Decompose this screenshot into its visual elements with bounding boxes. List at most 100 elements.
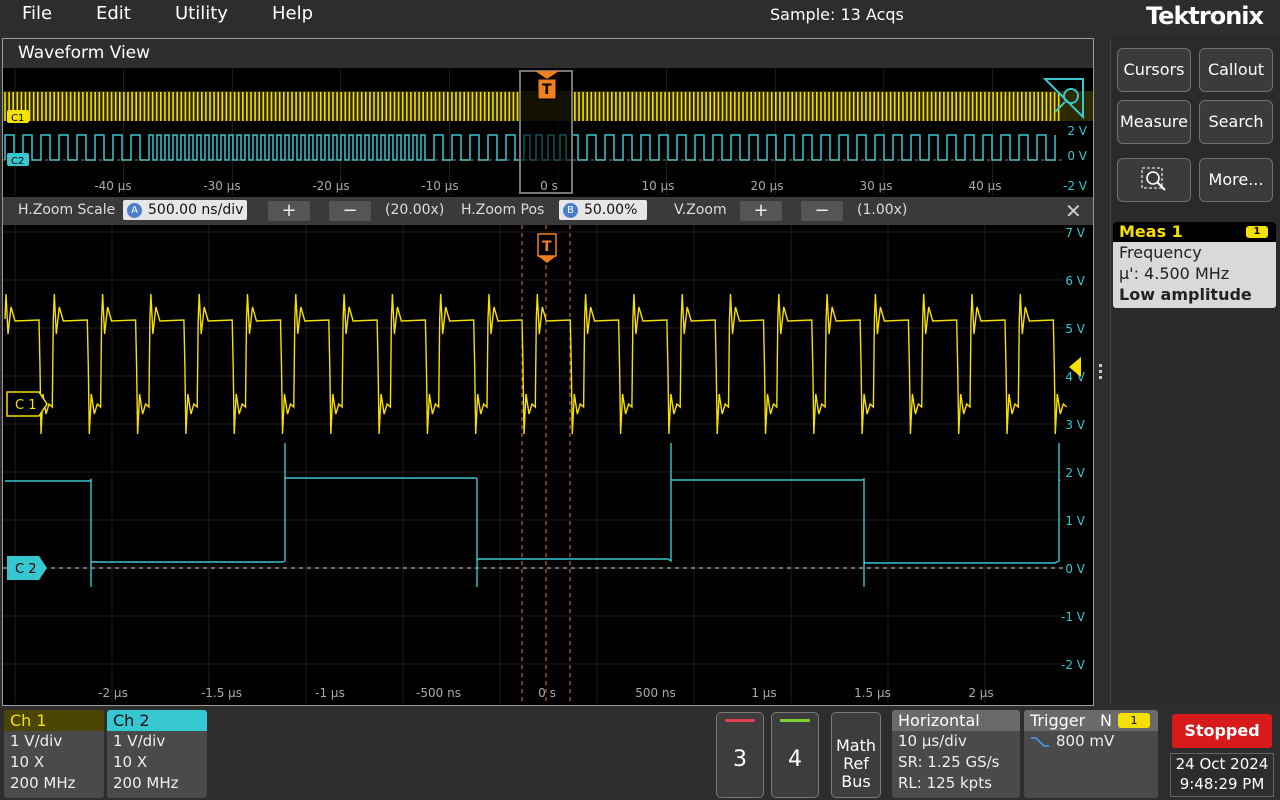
- cursors-button[interactable]: Cursors: [1117, 48, 1191, 92]
- ch2-badge[interactable]: Ch 2 1 V/div 10 X 200 MHz: [107, 710, 207, 798]
- rising-edge-icon: [1031, 736, 1049, 747]
- overview-ch2-marker[interactable]: C2: [7, 153, 29, 167]
- overview-time-labels: -40 µs -30 µs -20 µs -10 µs 0 s 10 µs 20 µs 30 …: [94, 179, 1001, 193]
- zoom-time-labels: -2 µs -1.5 µs -1 µs -500 ns 0 s 500 ns 1 µs 1.5…: [98, 686, 994, 700]
- ch2-bandwidth: 200 MHz: [113, 774, 179, 792]
- zoom-search-icon: [1141, 167, 1166, 191]
- meas1-value: µ': 4.500 MHz: [1119, 264, 1230, 283]
- zoom-volt-label: 0 V: [1065, 562, 1085, 576]
- channel-3-button[interactable]: 3: [716, 712, 764, 798]
- meas1-title: Meas 1: [1119, 222, 1183, 241]
- horizontal-badge[interactable]: Horizontal 10 µs/div SR: 1.25 GS/s RL: 1…: [892, 710, 1020, 798]
- ch1-title: Ch 1: [4, 710, 104, 731]
- knob-b-icon: B: [563, 202, 578, 218]
- menu-help[interactable]: Help: [272, 3, 313, 24]
- menu-file[interactable]: File: [22, 3, 52, 24]
- overview-trigger-tag: T: [542, 82, 552, 98]
- horizontal-title: Horizontal: [892, 710, 1020, 731]
- overview-ch1-tag: C1: [11, 113, 24, 124]
- channel-4-button[interactable]: 4: [771, 712, 819, 798]
- ch1-bandwidth: 200 MHz: [10, 774, 76, 792]
- vzoom-minus-button[interactable]: −: [801, 201, 843, 221]
- horizontal-sample-rate: SR: 1.25 GS/s: [898, 753, 1000, 771]
- ch2-offset-tag: C 2: [15, 562, 36, 577]
- trigger-source-badge: 1: [1118, 713, 1150, 728]
- overview-time-label: -40 µs: [94, 179, 131, 193]
- search-button[interactable]: Search: [1199, 100, 1273, 144]
- zoom-plot-background: [3, 225, 1093, 703]
- hzoom-scale-field[interactable]: A 500.00 ns/div: [123, 200, 247, 220]
- hzoom-scale-minus-button[interactable]: −: [329, 201, 371, 221]
- overview-ch1-marker[interactable]: C1: [7, 110, 29, 124]
- ref-label: Ref: [843, 754, 869, 773]
- zoom-time-label: 500 ns: [635, 686, 676, 700]
- overview-time-label: 40 µs: [969, 179, 1002, 193]
- run-stop-status-button[interactable]: Stopped: [1172, 714, 1272, 748]
- hzoom-scale-value: 500.00 ns/div: [148, 202, 244, 218]
- more-button[interactable]: More...: [1199, 158, 1273, 202]
- callout-button[interactable]: Callout: [1199, 48, 1273, 92]
- zoom-time-label: -1.5 µs: [201, 686, 242, 700]
- knob-a-icon: A: [127, 202, 142, 218]
- ch2-title: Ch 2: [107, 710, 207, 731]
- meas1-name: Frequency: [1119, 243, 1202, 262]
- ch1-offset-marker[interactable]: C 1: [6, 391, 48, 417]
- hzoom-scale-plus-button[interactable]: +: [268, 201, 310, 221]
- zoom-time-label: -1 µs: [315, 686, 345, 700]
- waveform-view[interactable]: Waveform View -40 µs -30 µs -20 µs -10 µs 0 …: [2, 38, 1094, 706]
- overview-ch2-tag: C2: [11, 156, 24, 167]
- zoom-tool-button[interactable]: [1117, 158, 1191, 202]
- hzoom-pos-label: H.Zoom Pos: [461, 202, 545, 218]
- waveform-canvas[interactable]: -40 µs -30 µs -20 µs -10 µs 0 s 10 µs 20 µs 30 …: [3, 39, 1093, 703]
- acquisition-status: Sample: 13 Acqs: [770, 5, 904, 24]
- zoom-volt-label: -1 V: [1061, 610, 1086, 624]
- overview-volt-label: -2 V: [1063, 179, 1088, 193]
- menu-utility[interactable]: Utility: [175, 3, 228, 24]
- zoom-volt-label: 7 V: [1065, 226, 1085, 240]
- panel-splitter-handle[interactable]: [1099, 364, 1103, 384]
- overview-time-label: -20 µs: [312, 179, 349, 193]
- date-time-display: 24 Oct 2024 9:48:29 PM: [1170, 753, 1274, 797]
- zoom-volt-label: 3 V: [1065, 418, 1085, 432]
- zoom-volt-label: 6 V: [1065, 274, 1085, 288]
- overview-volt-label: 2 V: [1067, 124, 1087, 138]
- vzoom-label: V.Zoom: [674, 202, 727, 218]
- menu-bar: File Edit Utility Help Sample: 13 Acqs T…: [0, 0, 1280, 30]
- hzoom-pos-field[interactable]: B 50.00%: [559, 200, 647, 220]
- overview-time-label: 0 s: [540, 179, 558, 193]
- hzoom-scale-factor: (20.00x): [385, 202, 445, 218]
- date-text: 24 Oct 2024: [1175, 755, 1269, 773]
- zoom-volt-label: -2 V: [1061, 658, 1086, 672]
- close-zoom-icon[interactable]: ✕: [1065, 199, 1082, 223]
- hzoom-pos-value: 50.00%: [584, 202, 638, 218]
- zoom-volt-label: 1 V: [1065, 514, 1085, 528]
- overview-time-label: -10 µs: [421, 179, 458, 193]
- trigger-title: Trigger: [1030, 711, 1086, 730]
- ch1-probe: 10 X: [10, 753, 45, 771]
- zoom-volt-label: 2 V: [1065, 466, 1085, 480]
- ch1-offset-tag: C 1: [15, 398, 36, 413]
- menu-edit[interactable]: Edit: [96, 3, 131, 24]
- math-label: Math: [835, 736, 877, 755]
- channel-3-label: 3: [733, 747, 747, 772]
- zoom-time-label: 1.5 µs: [854, 686, 891, 700]
- meas1-source-badge: 1: [1246, 226, 1268, 238]
- overview-time-label: 10 µs: [642, 179, 675, 193]
- horizontal-record-length: RL: 125 kpts: [898, 774, 992, 792]
- ch2-scale: 1 V/div: [113, 732, 166, 750]
- math-ref-bus-button[interactable]: Math Ref Bus: [831, 712, 881, 798]
- ch1-badge[interactable]: Ch 1 1 V/div 10 X 200 MHz: [4, 710, 104, 798]
- zoom-control-bar: H.Zoom Scale A 500.00 ns/div + − (20.00x)…: [3, 197, 1093, 225]
- ch2-offset-marker[interactable]: C 2: [7, 556, 47, 580]
- settings-bar: Ch 1 1 V/div 10 X 200 MHz Ch 2 1 V/div 1…: [0, 706, 1280, 800]
- meas1-warning: Low amplitude: [1119, 285, 1252, 304]
- meas1-badge[interactable]: Meas 1 1 Frequency µ': 4.500 MHz Low ampl…: [1113, 222, 1276, 308]
- zoom-time-label: -2 µs: [98, 686, 128, 700]
- overview-time-label: 20 µs: [751, 179, 784, 193]
- time-text: 9:48:29 PM: [1179, 775, 1265, 793]
- vzoom-plus-button[interactable]: +: [740, 201, 782, 221]
- overview-volt-labels: 2 V 0 V -2 V: [1063, 124, 1088, 193]
- zoom-volt-label: 5 V: [1065, 322, 1085, 336]
- trigger-badge[interactable]: Trigger N 1 800 mV: [1024, 710, 1158, 798]
- measure-button[interactable]: Measure: [1117, 100, 1191, 144]
